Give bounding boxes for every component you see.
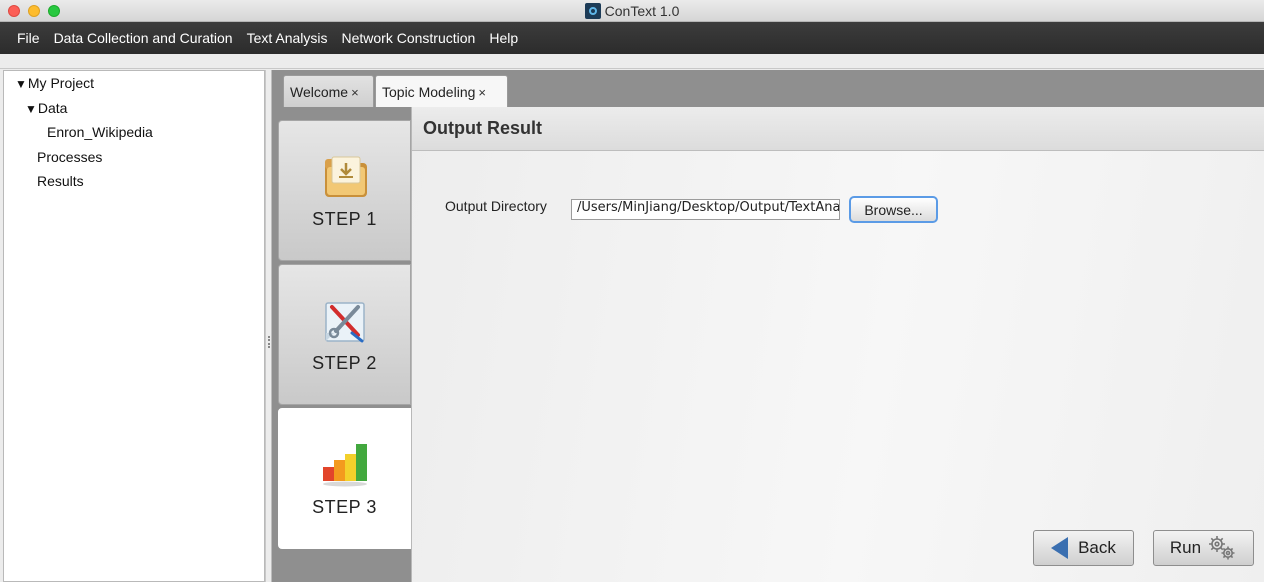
browse-button[interactable]: Browse... (849, 196, 938, 223)
tree-node-data[interactable]: ▼Data (25, 100, 67, 116)
folder-download-icon (325, 156, 367, 197)
expand-arrow-icon[interactable]: ▼ (25, 102, 37, 116)
menu-help[interactable]: Help (482, 22, 525, 54)
menu-network-construction[interactable]: Network Construction (335, 22, 483, 54)
project-tree: ▼My Project ▼Data Enron_Wikipedia Proces… (3, 70, 265, 582)
menu-text-analysis[interactable]: Text Analysis (240, 22, 335, 54)
step-1-label: STEP 1 (312, 209, 377, 229)
tab-welcome[interactable]: Welcome × (283, 75, 374, 107)
menu-file[interactable]: File (10, 22, 47, 54)
back-button[interactable]: Back (1033, 530, 1134, 566)
output-directory-field[interactable]: /Users/MinJiang/Desktop/Output/TextAnaly… (571, 199, 840, 220)
close-tab-icon[interactable]: × (351, 85, 359, 100)
step-3-button[interactable]: STEP 3 (278, 408, 411, 549)
back-arrow-icon (1051, 537, 1069, 559)
gears-icon (1209, 536, 1235, 560)
expand-arrow-icon[interactable]: ▼ (15, 77, 27, 91)
topic-modeling-content: STEP 1 STEP 2 STEP 3 Output Result Outpu… (272, 107, 1264, 582)
tree-node-results[interactable]: Results (37, 173, 84, 189)
output-result-panel: Output Result Output Directory /Users/Mi… (411, 107, 1264, 582)
tree-node-dataset[interactable]: Enron_Wikipedia (47, 124, 153, 140)
step-3-label: STEP 3 (312, 497, 377, 517)
panel-header: Output Result (412, 107, 1264, 151)
tree-node-processes[interactable]: Processes (37, 149, 102, 165)
step-1-button[interactable]: STEP 1 (278, 120, 411, 261)
splitter-grip-icon (268, 336, 270, 348)
tab-topic-modeling[interactable]: Topic Modeling × (375, 75, 508, 108)
bar-chart-icon (323, 444, 367, 487)
step-2-label: STEP 2 (312, 353, 377, 373)
menu-bar: File Data Collection and Curation Text A… (0, 22, 1264, 54)
toolbar-strip (0, 54, 1264, 69)
panel-title: Output Result (423, 118, 542, 138)
split-pane-divider[interactable] (265, 70, 272, 582)
close-tab-icon[interactable]: × (478, 85, 486, 100)
step-2-button[interactable]: STEP 2 (278, 264, 411, 405)
app-icon (584, 3, 601, 19)
window-title-container: ConText 1.0 (0, 3, 1264, 19)
tree-node-my-project[interactable]: ▼My Project (15, 75, 94, 91)
run-button[interactable]: Run (1153, 530, 1254, 566)
tools-document-icon (325, 302, 365, 343)
window-title: ConText 1.0 (604, 3, 680, 19)
title-bar: ConText 1.0 (0, 0, 1264, 22)
output-directory-label: Output Directory (445, 198, 547, 214)
menu-data-collection[interactable]: Data Collection and Curation (47, 22, 240, 54)
